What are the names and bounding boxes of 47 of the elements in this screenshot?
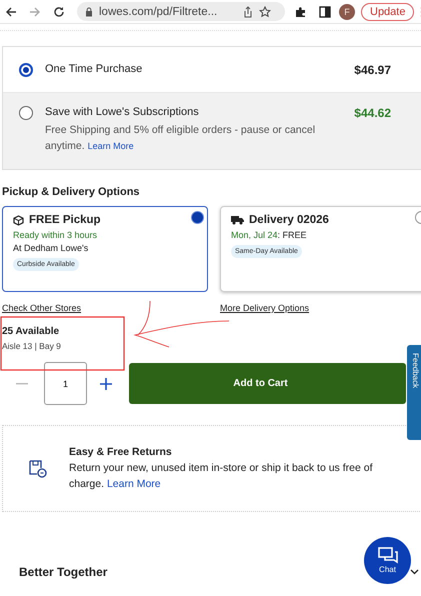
availability-text: Ready within 3 hours [13, 230, 98, 240]
returns-title: Easy & Free Returns [69, 446, 173, 458]
price: $46.97 [353, 63, 391, 77]
check-stores-link[interactable]: Check Other Stores [2, 303, 82, 313]
stock-count: 25 Available [2, 326, 60, 337]
option-description: Free Shipping and 5% off eligible orders - pause or cancel anytime. Learn More [45, 123, 316, 154]
card-title: FREE Pickup [29, 214, 101, 226]
learn-more-link[interactable]: Learn More [88, 141, 134, 151]
chat-bubbles-icon [378, 547, 398, 564]
aisle-location: Aisle 13 | Bay 9 [2, 341, 62, 351]
box-icon [13, 214, 24, 226]
quantity-field[interactable]: 1 [44, 362, 87, 405]
radio-button[interactable] [19, 63, 33, 77]
radio-button[interactable] [19, 106, 33, 120]
learn-more-link[interactable]: Learn More [106, 478, 161, 490]
truck-icon [231, 215, 244, 225]
radio-button[interactable] [191, 211, 204, 224]
address-bar[interactable]: lowes.com/pd/Filtrete... [77, 2, 285, 21]
profile-avatar[interactable]: F [339, 4, 355, 20]
availability-text: Mon, Jul 24: FREE [231, 230, 308, 240]
delivery-options-link[interactable]: More Delivery Options [220, 303, 310, 313]
plus-icon [100, 378, 112, 390]
star-icon[interactable] [259, 6, 271, 18]
card-title: Delivery 02026 [249, 214, 329, 226]
reload-icon[interactable] [53, 6, 65, 18]
back-icon[interactable] [5, 6, 17, 18]
puzzle-piece-icon[interactable] [295, 6, 307, 18]
store-location: At Dedham Lowe's [13, 243, 90, 253]
update-button[interactable]: Update [361, 2, 414, 20]
chevron-down-icon[interactable] [410, 569, 419, 575]
purchase-option[interactable]: One Time Purchase $46.97 [3, 47, 421, 92]
chat-button[interactable]: Chat [364, 537, 411, 584]
purchase-option[interactable]: Save with Lowe's Subscriptions Free Shipping and 5% off eligible orders - pause or cancel anytime. Learn More $44.62 [3, 92, 421, 169]
section-heading: Pickup & Delivery Options [2, 186, 141, 198]
minus-icon [16, 382, 28, 384]
share-icon[interactable] [243, 6, 253, 18]
url-text: lowes.com/pd/Filtrete... [99, 6, 218, 18]
feedback-tab[interactable]: Feedback [407, 345, 421, 440]
returns-description: Return your new, unused item in-store or ship it back to us free of charge. Learn More [69, 460, 374, 492]
lock-icon [85, 6, 93, 16]
option-label: Save with Lowe's Subscriptions [45, 106, 200, 118]
section-heading: Better Together [19, 565, 108, 579]
price: $44.62 [353, 106, 391, 120]
add-to-cart-button[interactable]: Add to Cart [129, 363, 406, 404]
return-package-icon [29, 460, 47, 478]
option-label: One Time Purchase [45, 63, 144, 75]
side-panel-icon[interactable] [319, 6, 331, 18]
